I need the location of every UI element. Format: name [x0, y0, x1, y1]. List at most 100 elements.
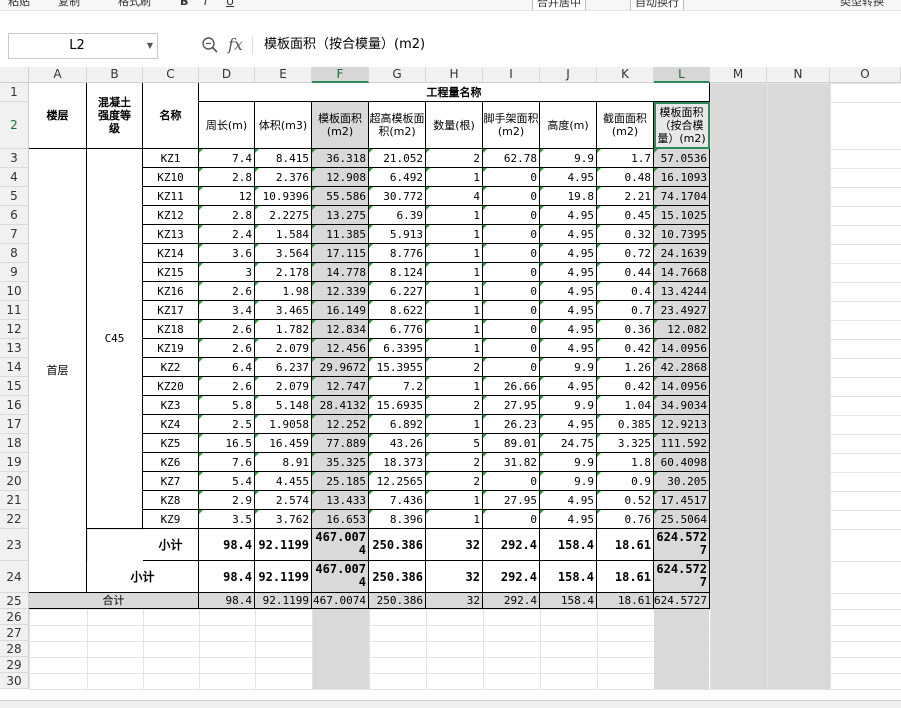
value-cell[interactable]: 13.433: [312, 491, 369, 510]
value-cell[interactable]: 4.95: [540, 377, 597, 396]
value-cell[interactable]: 13.275: [312, 206, 369, 225]
value-cell[interactable]: 4: [426, 187, 483, 206]
value-cell[interactable]: 1: [426, 339, 483, 358]
subtotal1-label[interactable]: 小计: [143, 529, 199, 561]
subtotal2-value[interactable]: 250.386: [369, 561, 426, 593]
value-cell[interactable]: 0: [483, 358, 540, 377]
value-cell[interactable]: 5.148: [255, 396, 312, 415]
column-header[interactable]: J: [540, 67, 597, 83]
header-floor[interactable]: 楼层: [29, 83, 87, 149]
header-quantity-group[interactable]: 工程量名称: [199, 83, 710, 102]
value-cell[interactable]: 1: [426, 206, 483, 225]
value-cell[interactable]: 21.052: [369, 149, 426, 168]
value-cell[interactable]: 2.376: [255, 168, 312, 187]
value-cell[interactable]: 14.0956: [654, 339, 710, 358]
total-value[interactable]: 92.1199: [255, 593, 312, 609]
value-cell[interactable]: 23.4927: [654, 301, 710, 320]
chevron-down-icon[interactable]: ▼: [147, 34, 153, 58]
value-cell[interactable]: 15.6935: [369, 396, 426, 415]
value-cell[interactable]: 8.396: [369, 510, 426, 529]
row-header[interactable]: 24: [0, 561, 29, 593]
subtotal1-value[interactable]: 32: [426, 529, 483, 561]
row-header[interactable]: 17: [0, 415, 29, 434]
concrete-grade-cell[interactable]: C45: [87, 149, 143, 529]
value-cell[interactable]: 27.95: [483, 396, 540, 415]
value-cell[interactable]: 27.95: [483, 491, 540, 510]
value-cell[interactable]: 8.91: [255, 453, 312, 472]
value-cell[interactable]: 6.892: [369, 415, 426, 434]
value-cell[interactable]: 2.6: [199, 339, 255, 358]
header-name[interactable]: 名称: [143, 83, 199, 149]
value-cell[interactable]: 31.82: [483, 453, 540, 472]
value-cell[interactable]: 8.622: [369, 301, 426, 320]
value-cell[interactable]: 26.66: [483, 377, 540, 396]
row-header[interactable]: 2: [0, 102, 29, 149]
value-cell[interactable]: 0: [483, 301, 540, 320]
value-cell[interactable]: 2: [426, 358, 483, 377]
total-value[interactable]: 292.4: [483, 593, 540, 609]
value-cell[interactable]: 6.237: [255, 358, 312, 377]
value-cell[interactable]: 16.653: [312, 510, 369, 529]
value-cell[interactable]: 2: [426, 453, 483, 472]
member-name-cell[interactable]: KZ7: [143, 472, 199, 491]
value-cell[interactable]: 0: [483, 206, 540, 225]
value-cell[interactable]: 10.7395: [654, 225, 710, 244]
value-cell[interactable]: 2: [426, 149, 483, 168]
column-header[interactable]: M: [710, 67, 767, 83]
value-cell[interactable]: 9.9: [540, 358, 597, 377]
value-cell[interactable]: 4.95: [540, 225, 597, 244]
header-concrete-grade[interactable]: 混凝土强度等级: [87, 83, 143, 149]
value-cell[interactable]: 35.325: [312, 453, 369, 472]
value-cell[interactable]: 12.9213: [654, 415, 710, 434]
value-cell[interactable]: 57.0536: [654, 149, 710, 168]
value-cell[interactable]: 19.8: [540, 187, 597, 206]
value-cell[interactable]: 0.4: [597, 282, 654, 301]
value-cell[interactable]: 11.385: [312, 225, 369, 244]
row-header[interactable]: 10: [0, 282, 29, 301]
value-cell[interactable]: 16.459: [255, 434, 312, 453]
value-cell[interactable]: 5.4: [199, 472, 255, 491]
subtotal1-value[interactable]: 250.386: [369, 529, 426, 561]
copy-button[interactable]: 复制: [58, 0, 80, 9]
value-cell[interactable]: 7.4: [199, 149, 255, 168]
column-header[interactable]: E: [255, 67, 312, 83]
row-header[interactable]: 13: [0, 339, 29, 358]
value-cell[interactable]: 8.124: [369, 263, 426, 282]
value-cell[interactable]: 9.9: [540, 472, 597, 491]
value-cell[interactable]: 7.436: [369, 491, 426, 510]
value-cell[interactable]: 17.4517: [654, 491, 710, 510]
value-cell[interactable]: 2.21: [597, 187, 654, 206]
member-name-cell[interactable]: KZ10: [143, 168, 199, 187]
value-cell[interactable]: 4.455: [255, 472, 312, 491]
value-cell[interactable]: 1: [426, 263, 483, 282]
value-cell[interactable]: 89.01: [483, 434, 540, 453]
row-header[interactable]: 6: [0, 206, 29, 225]
value-cell[interactable]: 29.9672: [312, 358, 369, 377]
value-cell[interactable]: 1: [426, 491, 483, 510]
underline-button[interactable]: U: [226, 0, 234, 9]
paste-button[interactable]: 粘贴: [8, 0, 30, 9]
value-cell[interactable]: 3.564: [255, 244, 312, 263]
value-cell[interactable]: 0: [483, 472, 540, 491]
select-all-corner[interactable]: [0, 67, 29, 83]
value-cell[interactable]: 9.9: [540, 453, 597, 472]
row-header[interactable]: 19: [0, 453, 29, 472]
subtotal2-value[interactable]: 467.0074: [312, 561, 369, 593]
subtotal2-value[interactable]: 158.4: [540, 561, 597, 593]
value-cell[interactable]: 1.26: [597, 358, 654, 377]
type-convert-button[interactable]: 类型转换: [840, 0, 884, 9]
row-header[interactable]: 4: [0, 168, 29, 187]
value-cell[interactable]: 0.385: [597, 415, 654, 434]
value-cell[interactable]: 3: [199, 263, 255, 282]
value-cell[interactable]: 10.9396: [255, 187, 312, 206]
value-cell[interactable]: 15.1025: [654, 206, 710, 225]
value-cell[interactable]: 8.776: [369, 244, 426, 263]
value-cell[interactable]: 2.079: [255, 377, 312, 396]
merge-center-button[interactable]: 合并居中: [532, 0, 586, 10]
value-cell[interactable]: 4.95: [540, 510, 597, 529]
column-header[interactable]: C: [143, 67, 199, 83]
member-name-cell[interactable]: KZ1: [143, 149, 199, 168]
value-cell[interactable]: 6.492: [369, 168, 426, 187]
value-cell[interactable]: 30.772: [369, 187, 426, 206]
header-section[interactable]: 截面面积(m2): [597, 102, 654, 149]
